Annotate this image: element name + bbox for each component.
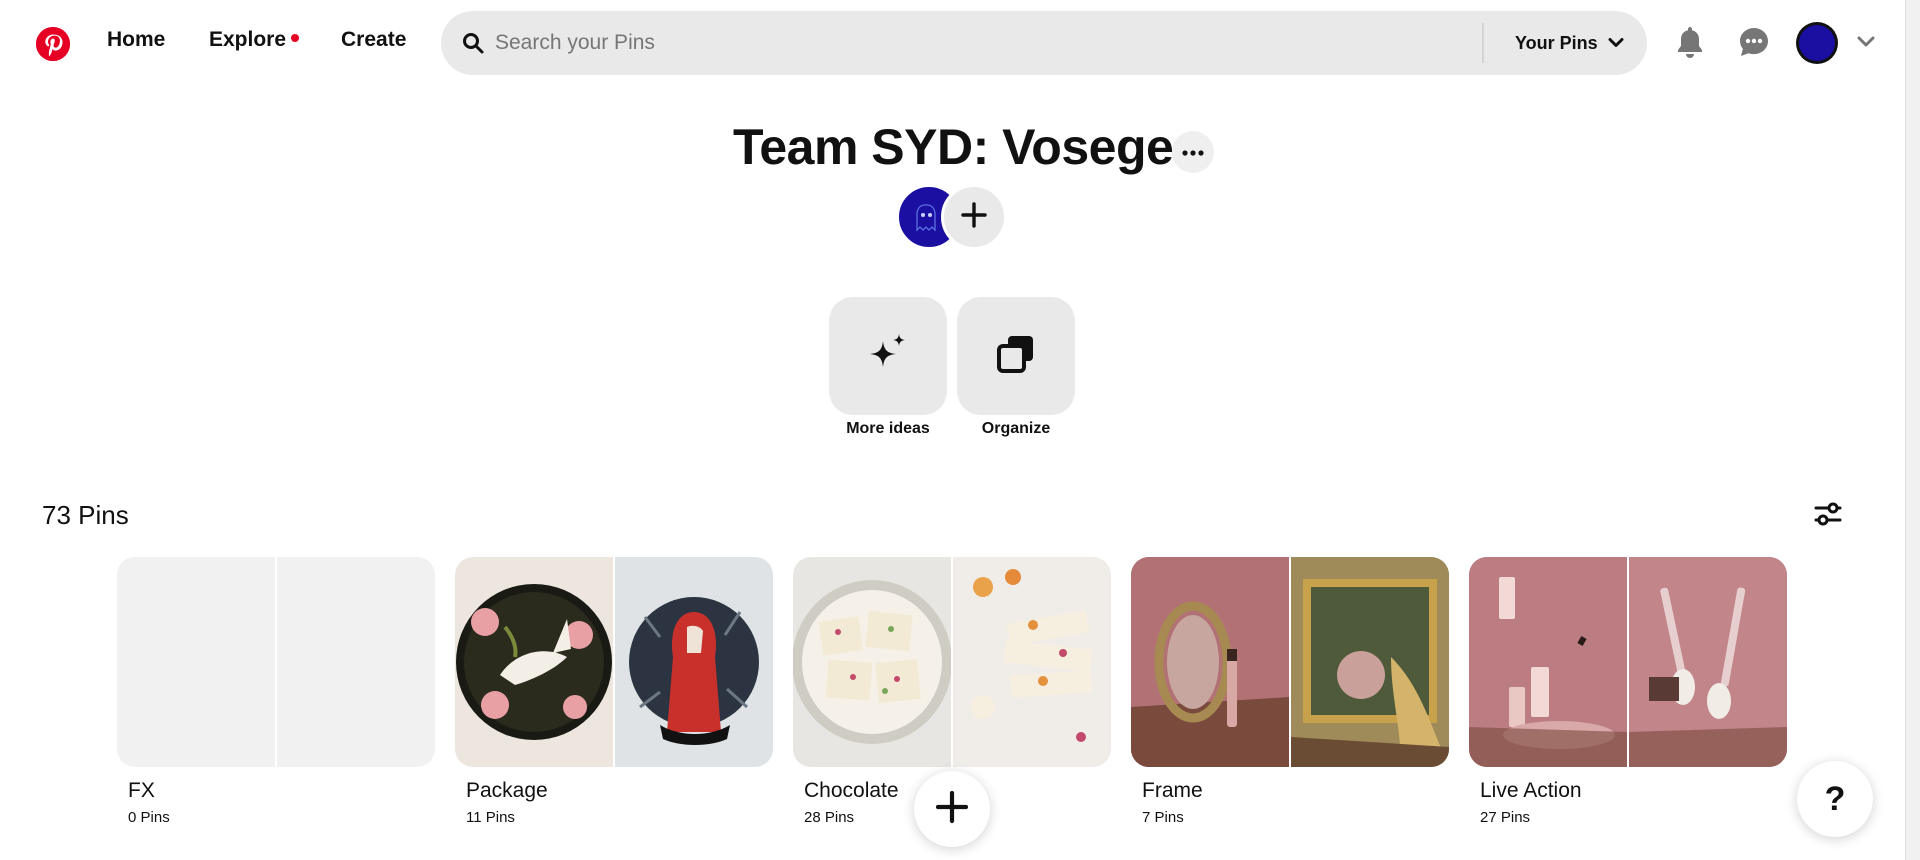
section-card-fx[interactable]: FX 0 Pins xyxy=(117,557,435,826)
notification-dot xyxy=(291,34,299,42)
section-name: FX xyxy=(128,779,155,802)
cover-image-chocolate-plate xyxy=(793,557,951,767)
cover-image-cosmetics xyxy=(1469,557,1627,767)
cover-empty xyxy=(117,557,275,767)
section-pin-count: 27 Pins xyxy=(1480,809,1531,826)
search-input[interactable] xyxy=(495,23,1495,63)
nav-home[interactable]: Home xyxy=(107,28,165,52)
organize-button[interactable] xyxy=(957,297,1075,415)
section-pin-count: 0 Pins xyxy=(128,809,170,826)
cover-image-mirror xyxy=(1131,557,1289,767)
section-cover xyxy=(455,557,773,767)
add-collaborator-button[interactable] xyxy=(941,184,1007,250)
pin-count: 73 Pins xyxy=(42,500,129,530)
help-button[interactable]: ? xyxy=(1797,761,1873,837)
organize-icon xyxy=(994,332,1038,381)
cover-image-gold-frame xyxy=(1291,557,1449,767)
board-options-button[interactable] xyxy=(1172,131,1214,173)
section-pin-count: 7 Pins xyxy=(1142,809,1184,826)
plus-icon xyxy=(934,789,970,830)
search-icon xyxy=(461,31,485,55)
chevron-down-icon[interactable] xyxy=(1856,32,1876,52)
avatar[interactable] xyxy=(1796,22,1838,64)
more-ideas-label: More ideas xyxy=(846,420,930,437)
cover-image-girl xyxy=(615,557,773,767)
search-divider xyxy=(1482,23,1484,63)
search-bar: Your Pins xyxy=(441,11,1647,75)
cover-image-rabbit xyxy=(455,557,613,767)
section-cover xyxy=(793,557,1111,767)
pinterest-logo-icon[interactable] xyxy=(36,27,70,61)
search-scope-dropdown[interactable]: Your Pins xyxy=(1515,30,1624,56)
nav-create[interactable]: Create xyxy=(341,28,406,52)
section-card-frame[interactable]: Frame 7 Pins xyxy=(1131,557,1449,826)
section-name: Package xyxy=(466,779,548,802)
message-icon[interactable] xyxy=(1734,22,1774,62)
cover-image-chocolate-stack xyxy=(953,557,1111,767)
scrollbar[interactable] xyxy=(1905,0,1920,860)
section-name: Frame xyxy=(1142,779,1203,802)
plus-icon xyxy=(960,201,988,234)
section-card-live-action[interactable]: Live Action 27 Pins xyxy=(1469,557,1787,826)
more-ideas-button[interactable] xyxy=(829,297,947,415)
ellipsis-icon xyxy=(1182,143,1204,161)
section-cover xyxy=(117,557,435,767)
create-pin-button[interactable] xyxy=(914,771,990,847)
cover-empty xyxy=(277,557,435,767)
section-cover xyxy=(1131,557,1449,767)
board-title: Team SYD: Voseges xyxy=(733,119,1201,175)
section-card-package[interactable]: Package 11 Pins xyxy=(455,557,773,826)
filter-icon[interactable] xyxy=(1812,498,1844,530)
cover-image-brushes xyxy=(1629,557,1787,767)
section-pin-count: 11 Pins xyxy=(466,809,515,826)
section-name: Live Action xyxy=(1480,779,1582,802)
bell-icon[interactable] xyxy=(1670,22,1710,62)
organize-label: Organize xyxy=(981,420,1051,437)
avatar-image xyxy=(1799,25,1835,61)
section-cover xyxy=(1469,557,1787,767)
top-navigation: Home Explore Create Your Pins xyxy=(0,0,1905,86)
sparkle-icon xyxy=(865,331,911,382)
chevron-down-icon xyxy=(1608,33,1624,54)
nav-explore[interactable]: Explore xyxy=(209,28,286,52)
search-scope-label: Your Pins xyxy=(1515,32,1598,53)
